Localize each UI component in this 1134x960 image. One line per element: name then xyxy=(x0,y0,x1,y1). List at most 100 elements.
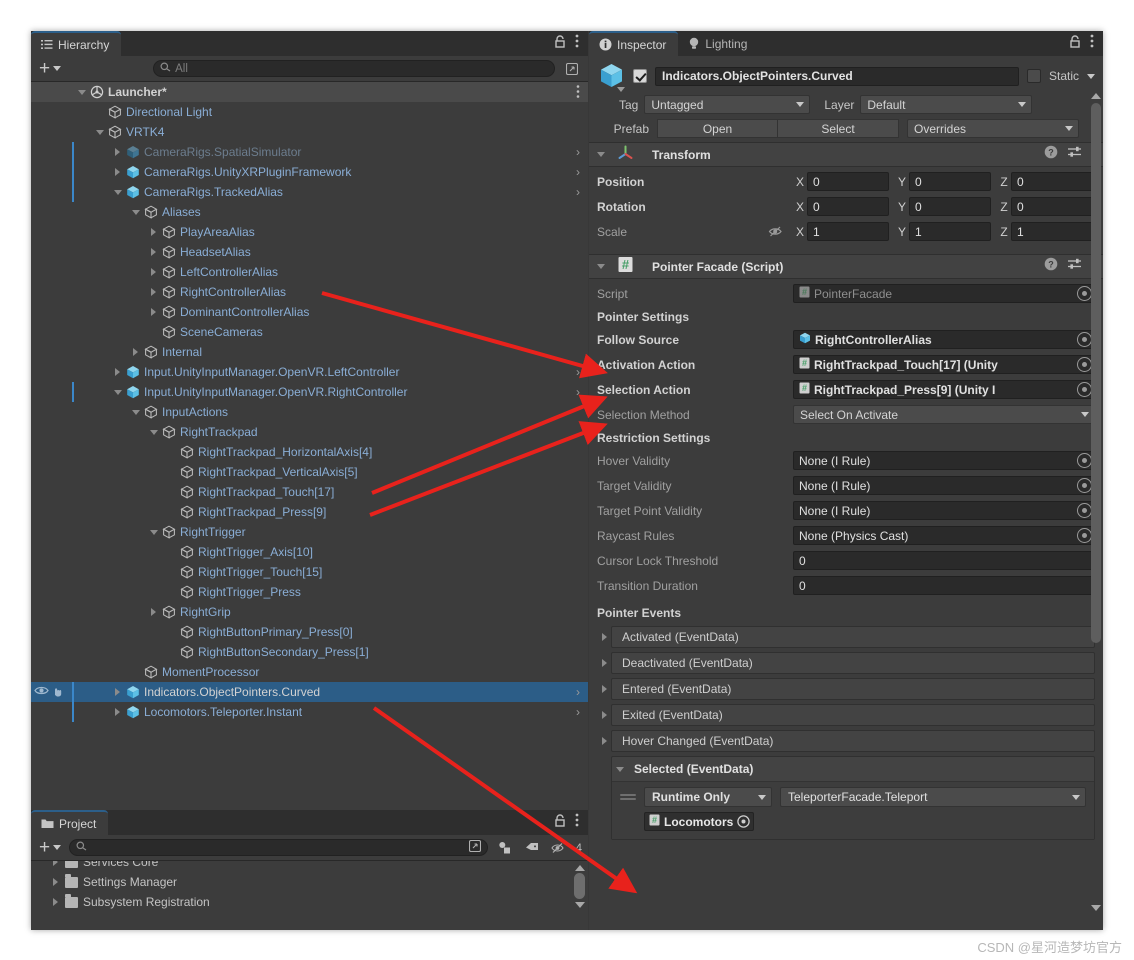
hierarchy-row[interactable]: DominantControllerAlias xyxy=(31,302,588,322)
tab-inspector[interactable]: Inspector xyxy=(589,31,679,56)
inspector-scrollbar[interactable] xyxy=(1091,93,1101,923)
hierarchy-row[interactable]: RightButtonPrimary_Press[0] xyxy=(31,622,588,642)
chevron-right-icon[interactable] xyxy=(53,898,58,906)
expand-toggle[interactable] xyxy=(111,142,124,162)
hierarchy-row[interactable]: CameraRigs.SpatialSimulator › xyxy=(31,142,588,162)
event-hover-label[interactable]: Hover Changed (EventData) xyxy=(611,730,1095,752)
hierarchy-search-input[interactable]: All xyxy=(153,60,555,77)
prefab-open-button[interactable]: Open xyxy=(657,119,778,138)
hierarchy-row[interactable]: LeftControllerAlias xyxy=(31,262,588,282)
target-point-validity-objectfield[interactable]: None (I Rule) xyxy=(793,501,1095,520)
hierarchy-row[interactable]: RightTrigger_Touch[15] xyxy=(31,562,588,582)
expand-toggle[interactable] xyxy=(147,422,160,442)
hierarchy-row[interactable]: RightTrigger_Press xyxy=(31,582,588,602)
expand-toggle[interactable] xyxy=(147,242,160,262)
hover-validity-objectfield[interactable]: None (I Rule) xyxy=(793,451,1095,470)
selected-event-header[interactable]: Selected (EventData) xyxy=(612,757,1094,781)
chevron-right-icon[interactable] xyxy=(53,861,58,866)
hierarchy-row[interactable]: RightTrigger xyxy=(31,522,588,542)
hidden-packages-icon[interactable] xyxy=(548,839,570,856)
tag-dropdown[interactable]: Untagged xyxy=(644,95,811,114)
expand-toggle[interactable] xyxy=(165,562,178,582)
prefab-open-chevron-icon[interactable]: › xyxy=(576,685,580,699)
object-picker-icon[interactable] xyxy=(1077,332,1092,347)
expand-toggle[interactable] xyxy=(597,659,611,667)
preset-icon[interactable] xyxy=(1067,145,1082,164)
expand-toggle[interactable] xyxy=(597,633,611,641)
eye-icon[interactable] xyxy=(34,685,49,699)
kebab-menu-icon[interactable] xyxy=(576,84,580,102)
hierarchy-row[interactable]: RightTrackpad xyxy=(31,422,588,442)
cursor-lock-threshold-input[interactable]: 0 xyxy=(793,551,1095,570)
event-exited-row[interactable]: Exited (EventData) xyxy=(597,704,1095,726)
lock-icon[interactable] xyxy=(554,813,566,832)
expand-toggle[interactable] xyxy=(147,522,160,542)
expand-toggle[interactable] xyxy=(165,462,178,482)
runtime-mode-dropdown[interactable]: Runtime Only xyxy=(644,787,772,807)
lock-icon[interactable] xyxy=(554,34,566,53)
pointer-facade-component-header[interactable]: # Pointer Facade (Script) ? xyxy=(589,254,1103,279)
expand-toggle[interactable] xyxy=(165,642,178,662)
target-validity-objectfield[interactable]: None (I Rule) xyxy=(793,476,1095,495)
object-picker-icon[interactable] xyxy=(1077,528,1092,543)
label-filter-icon[interactable] xyxy=(521,839,543,856)
callback-target-objectfield[interactable]: # Locomotors xyxy=(644,812,755,831)
chevron-down-icon[interactable] xyxy=(617,87,625,92)
event-deactivated-row[interactable]: Deactivated (EventData) xyxy=(597,652,1095,674)
expand-toggle[interactable] xyxy=(93,102,106,122)
gameobject-active-checkbox[interactable] xyxy=(633,69,647,83)
project-row[interactable]: Settings Manager xyxy=(31,872,588,892)
object-picker-icon[interactable] xyxy=(1077,286,1092,301)
project-row[interactable]: Services Core xyxy=(31,861,588,872)
expand-toggle[interactable] xyxy=(129,342,142,362)
transform-position-z-input[interactable]: 0 xyxy=(1011,172,1093,191)
object-picker-icon[interactable] xyxy=(1077,503,1092,518)
static-dropdown-chevron-icon[interactable] xyxy=(1087,73,1095,79)
prefab-open-chevron-icon[interactable]: › xyxy=(576,385,580,399)
hierarchy-row[interactable]: RightButtonSecondary_Press[1] xyxy=(31,642,588,662)
expand-toggle[interactable] xyxy=(165,542,178,562)
expand-toggle[interactable] xyxy=(147,222,160,242)
transform-rotation-z-input[interactable]: 0 xyxy=(1011,197,1093,216)
event-hover-row[interactable]: Hover Changed (EventData) xyxy=(597,730,1095,752)
expand-toggle[interactable] xyxy=(597,711,611,719)
static-checkbox[interactable] xyxy=(1026,69,1041,83)
event-activated-label[interactable]: Activated (EventData) xyxy=(611,626,1095,648)
transform-component-header[interactable]: Transform ? xyxy=(589,142,1103,167)
raycast-rules-objectfield[interactable]: None (Physics Cast) xyxy=(793,526,1095,545)
prefab-overrides-dropdown[interactable]: Overrides xyxy=(907,119,1079,138)
expand-toggle[interactable] xyxy=(129,202,142,222)
hierarchy-search-mode-button[interactable] xyxy=(561,60,582,77)
transform-position-x-input[interactable]: 0 xyxy=(807,172,889,191)
hierarchy-row[interactable]: RightTrackpad_HorizontalAxis[4] xyxy=(31,442,588,462)
tab-hierarchy[interactable]: Hierarchy xyxy=(31,31,122,56)
save-search-icon[interactable] xyxy=(469,839,482,855)
hierarchy-row[interactable]: RightTrackpad_Press[9] xyxy=(31,502,588,522)
object-picker-icon[interactable] xyxy=(1077,357,1092,372)
expand-toggle[interactable] xyxy=(597,685,611,693)
project-search-input[interactable] xyxy=(69,839,489,856)
expand-toggle[interactable] xyxy=(147,282,160,302)
hierarchy-row[interactable]: VRTK4 xyxy=(31,122,588,142)
transition-duration-input[interactable]: 0 xyxy=(793,576,1095,595)
expand-toggle[interactable] xyxy=(147,302,160,322)
hierarchy-tree[interactable]: Launcher* Directional Light VRTK4 CameraRig… xyxy=(31,82,588,810)
kebab-menu-icon[interactable] xyxy=(575,34,579,53)
prefab-icon[interactable] xyxy=(597,62,625,92)
layer-dropdown[interactable]: Default xyxy=(860,95,1033,114)
pickability-icon[interactable] xyxy=(51,685,65,700)
lock-icon[interactable] xyxy=(1069,34,1081,53)
help-icon[interactable]: ? xyxy=(1044,145,1058,164)
expand-toggle[interactable] xyxy=(93,122,106,142)
hierarchy-row[interactable]: SceneCameras xyxy=(31,322,588,342)
help-icon[interactable]: ? xyxy=(1044,257,1058,276)
hierarchy-row[interactable]: Input.UnityInputManager.OpenVR.LeftContr… xyxy=(31,362,588,382)
expand-toggle[interactable] xyxy=(165,442,178,462)
expand-toggle[interactable] xyxy=(75,82,88,102)
prefab-select-button[interactable]: Select xyxy=(778,119,899,138)
collapse-chevron-icon[interactable] xyxy=(616,766,624,772)
project-scrollbar[interactable] xyxy=(574,865,585,925)
hierarchy-row[interactable]: RightTrackpad_VerticalAxis[5] xyxy=(31,462,588,482)
event-exited-label[interactable]: Exited (EventData) xyxy=(611,704,1095,726)
selection-action-objectfield[interactable]: # RightTrackpad_Press[9] (Unity I xyxy=(793,380,1095,399)
